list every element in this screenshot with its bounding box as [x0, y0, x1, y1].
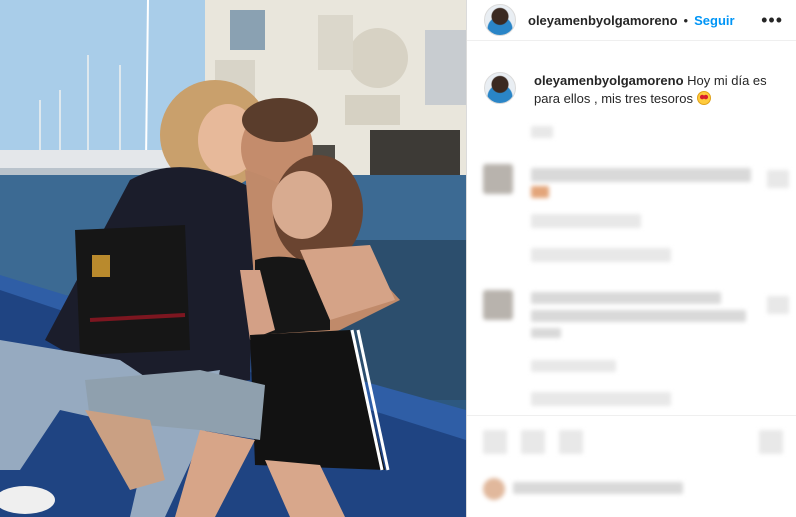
- profile-avatar[interactable]: [484, 4, 516, 36]
- blurred-liker-avatar: [483, 478, 505, 500]
- follow-button[interactable]: Seguir: [694, 13, 734, 28]
- blurred-replies: [531, 248, 671, 262]
- heart-eyes-emoji-icon: [696, 91, 711, 105]
- blurred-like-action-icon[interactable]: [483, 430, 507, 454]
- blurred-like-icon-2: [767, 296, 789, 314]
- photo-illustration: [0, 0, 466, 517]
- caption-avatar[interactable]: [484, 72, 516, 104]
- post-caption: oleyamenbyolgamoreno Hoy mi día es para …: [484, 72, 789, 108]
- blurred-comment-avatar: [483, 164, 513, 194]
- blurred-replies-2: [531, 392, 671, 406]
- blurred-timestamp: [531, 126, 553, 138]
- blurred-comment-emoji: [531, 186, 549, 198]
- blurred-comment-line-4: [531, 328, 561, 338]
- more-options-icon[interactable]: •••: [761, 11, 783, 29]
- blurred-comment-avatar-2: [483, 290, 513, 320]
- caption-username[interactable]: oleyamenbyolgamoreno: [534, 73, 684, 88]
- blurred-save-action-icon[interactable]: [759, 430, 783, 454]
- separator-dot: •: [683, 12, 689, 28]
- blurred-like-icon: [767, 170, 789, 188]
- actions-divider: [467, 415, 796, 416]
- post-header: oleyamenbyolgamoreno • Seguir •••: [467, 0, 796, 41]
- blurred-share-action-icon[interactable]: [559, 430, 583, 454]
- post-side-panel: oleyamenbyolgamoreno • Seguir ••• oleyam…: [466, 0, 796, 517]
- blurred-comment-line-2: [531, 292, 721, 304]
- post-photo[interactable]: [0, 0, 466, 517]
- caption-text: oleyamenbyolgamoreno Hoy mi día es para …: [534, 72, 789, 108]
- blurred-comment-line-3: [531, 310, 746, 322]
- blurred-comment-action-icon[interactable]: [521, 430, 545, 454]
- blurred-comment-meta: [531, 214, 641, 228]
- blurred-comment-meta-2: [531, 360, 616, 372]
- blurred-comment-line: [531, 168, 751, 182]
- blurred-likes-text: [513, 482, 683, 494]
- header-username[interactable]: oleyamenbyolgamoreno: [528, 13, 678, 28]
